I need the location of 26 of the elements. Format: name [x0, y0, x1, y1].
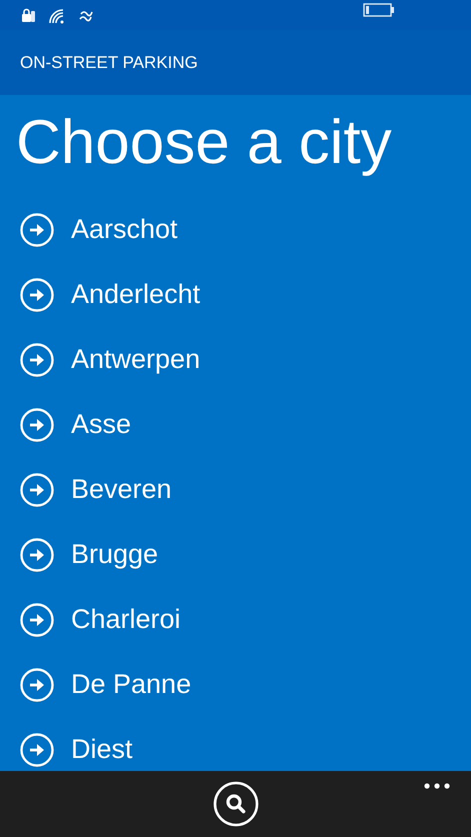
page-title: Choose a city	[16, 107, 393, 179]
arrow-circle-icon	[20, 278, 54, 312]
arrow-circle-icon	[20, 732, 54, 766]
city-item[interactable]: Charleroi	[71, 604, 181, 635]
arrow-circle-icon	[20, 602, 54, 636]
city-item[interactable]: Brugge	[71, 539, 158, 570]
vibrate-icon	[78, 8, 94, 24]
lock-icon	[20, 8, 36, 24]
city-item[interactable]: Anderlecht	[71, 279, 200, 310]
city-item[interactable]: Aarschot	[71, 214, 178, 245]
city-item[interactable]: Diest	[71, 734, 133, 765]
city-item[interactable]: Beveren	[71, 474, 172, 505]
city-item[interactable]: De Panne	[71, 669, 192, 700]
arrow-circle-icon	[20, 472, 54, 506]
city-item[interactable]: Antwerpen	[71, 344, 200, 375]
arrow-circle-icon	[20, 538, 54, 572]
city-item[interactable]: Asse	[71, 409, 132, 440]
arrow-circle-icon	[20, 342, 54, 376]
arrow-circle-icon	[20, 212, 54, 246]
arrow-circle-icon	[20, 668, 54, 702]
search-icon[interactable]	[212, 781, 258, 827]
app-title: ON-STREET PARKING	[20, 52, 198, 72]
more-icon[interactable]	[424, 783, 450, 789]
battery-icon	[363, 3, 395, 17]
wifi-icon	[48, 8, 66, 24]
arrow-circle-icon	[20, 408, 54, 442]
